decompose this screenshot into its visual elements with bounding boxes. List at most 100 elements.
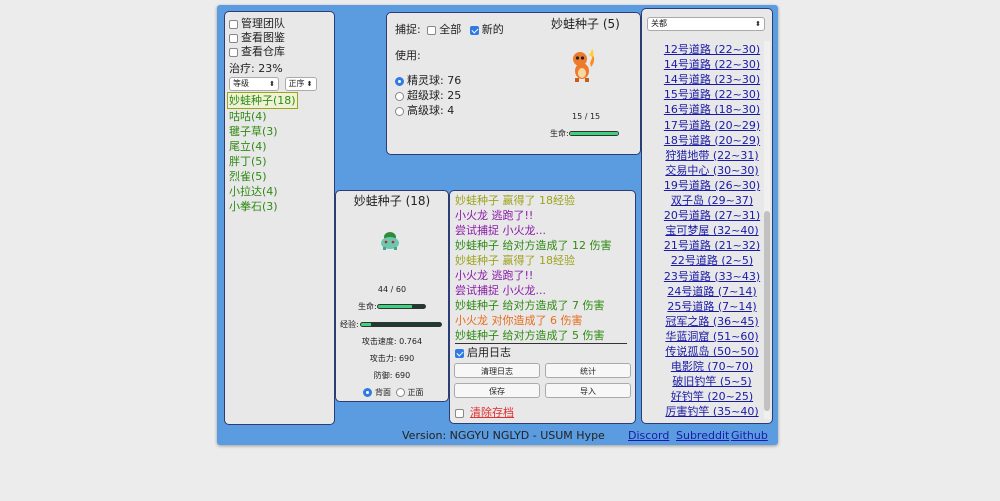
- log-entry: 妙蛙种子 赢得了 18经验: [455, 194, 575, 207]
- view-storage-label: 查看仓库: [241, 45, 285, 58]
- route-list-scrollbar[interactable]: [764, 41, 770, 419]
- clear-log-button[interactable]: 清理日志: [454, 363, 540, 378]
- log-entry: 小火龙 对你造成了 6 伤害: [455, 314, 583, 327]
- wild-hp-fill: [570, 132, 618, 135]
- sort-order-select[interactable]: 正序 ⬍: [284, 77, 317, 91]
- save-button[interactable]: 保存: [454, 383, 540, 398]
- route-link[interactable]: 电影院 (70~70): [662, 358, 762, 374]
- scrollbar-thumb[interactable]: [764, 211, 770, 411]
- route-list: 12号道路 (22~30) 14号道路 (22~30) 14号道路 (23~30) 1…: [642, 9, 762, 419]
- import-button[interactable]: 导入: [545, 383, 631, 398]
- great-ball-radio[interactable]: [395, 91, 404, 101]
- heal-status: 治疗: 23%: [229, 62, 283, 75]
- view-back-label: 背面: [375, 388, 391, 397]
- route-link[interactable]: 23号道路 (33~43): [662, 268, 762, 284]
- clear-save-link[interactable]: 清除存档: [470, 406, 514, 419]
- clear-save-checkbox[interactable]: [455, 408, 464, 418]
- great-ball-label: 超级球: 25: [407, 89, 462, 102]
- enable-log-label: 启用日志: [467, 346, 511, 359]
- manage-team-checkbox[interactable]: [229, 19, 238, 29]
- log-panel: 妙蛙种子 赢得了 18经验 小火龙 逃跑了!! 尝试捕捉 小火龙... 妙蛙种子 给对…: [449, 190, 636, 424]
- party-member[interactable]: 咕咕(4): [229, 109, 298, 124]
- enable-log-checkbox[interactable]: [455, 348, 464, 358]
- wild-hp-bar: [569, 131, 619, 136]
- ball-ultra[interactable]: 高级球: 4: [395, 102, 454, 118]
- sort-field-value: 等级: [233, 79, 249, 88]
- route-link[interactable]: 20号道路 (27~31): [662, 207, 762, 223]
- route-link[interactable]: 厉害钓竿 (35~40): [662, 403, 762, 419]
- route-link[interactable]: 传说孤岛 (50~50): [662, 343, 762, 359]
- route-link[interactable]: 宝可梦屋 (32~40): [662, 222, 762, 238]
- github-link[interactable]: Github: [731, 429, 768, 442]
- poke-ball-radio[interactable]: [395, 76, 404, 86]
- route-link[interactable]: 华蓝洞窟 (51~60): [662, 328, 762, 344]
- route-link[interactable]: 14号道路 (23~30): [662, 71, 762, 87]
- subreddit-link[interactable]: Subreddit: [676, 429, 729, 442]
- route-link[interactable]: 25号道路 (7~14): [662, 298, 762, 314]
- option-view-storage[interactable]: 查看仓库: [229, 43, 285, 59]
- enable-log-option[interactable]: 启用日志: [455, 344, 511, 360]
- route-link[interactable]: 22号道路 (2~5): [662, 252, 762, 268]
- party-member[interactable]: 毽子草(3): [229, 124, 298, 139]
- route-link[interactable]: 14号道路 (22~30): [662, 56, 762, 72]
- party-row: 小拳石(3): [229, 199, 298, 214]
- view-dex-checkbox[interactable]: [229, 33, 238, 43]
- clear-save-option[interactable]: 清除存档: [455, 404, 514, 420]
- party-row: 咕咕(4): [229, 109, 298, 124]
- route-link[interactable]: 破旧钓竿 (5~5): [662, 373, 762, 389]
- ball-super[interactable]: 超级球: 25: [395, 87, 461, 103]
- chevron-updown-icon: ⬍: [306, 80, 313, 88]
- stats-button[interactable]: 统计: [545, 363, 631, 378]
- version-text: Version: NGGYU NGLYD - USUM Hype: [402, 429, 605, 442]
- party-member[interactable]: 胖丁(5): [229, 154, 298, 169]
- party-member[interactable]: 妙蛙种子(18): [227, 92, 298, 109]
- ball-great[interactable]: 精灵球: 76: [395, 72, 461, 88]
- log-entry: 小火龙 逃跑了!!: [455, 269, 534, 282]
- party-list: 妙蛙种子(18) 咕咕(4) 毽子草(3) 尾立(4) 胖丁(5) 烈雀(5) 小拉达(4)…: [227, 92, 298, 214]
- party-member[interactable]: 烈雀(5): [229, 169, 298, 184]
- route-link[interactable]: 16号道路 (18~30): [662, 101, 762, 117]
- wild-pokemon-name: 妙蛙种子 (5): [551, 17, 620, 31]
- player-hp-label: 生命:: [358, 302, 377, 311]
- player-attack: 攻击力: 690: [369, 354, 415, 363]
- player-exp-label: 经验:: [340, 320, 359, 329]
- route-link[interactable]: 17号道路 (20~29): [662, 117, 762, 133]
- route-link[interactable]: 交易中心 (30~30): [662, 162, 762, 178]
- party-row: 尾立(4): [229, 139, 298, 154]
- catch-row: 捕捉: 全部 新的: [395, 21, 504, 37]
- route-link[interactable]: 24号道路 (7~14): [662, 283, 762, 299]
- view-storage-checkbox[interactable]: [229, 47, 238, 57]
- party-member[interactable]: 小拉达(4): [229, 184, 298, 199]
- route-link[interactable]: 18号道路 (20~29): [662, 132, 762, 148]
- route-link[interactable]: 双子岛 (29~37): [662, 192, 762, 208]
- bulbasaur-sprite-icon: [381, 232, 399, 250]
- wild-hp-text: 15 / 15: [572, 112, 601, 121]
- ultra-ball-label: 高级球: 4: [407, 104, 455, 117]
- view-back-radio[interactable]: [363, 388, 372, 397]
- view-front-radio[interactable]: [395, 388, 405, 397]
- log-entry: 妙蛙种子 给对方造成了 7 伤害: [455, 299, 605, 312]
- ultra-ball-radio[interactable]: [395, 106, 404, 116]
- catch-new-checkbox[interactable]: [469, 25, 479, 35]
- sort-order-value: 正序: [288, 79, 305, 88]
- discord-link[interactable]: Discord: [628, 429, 669, 442]
- player-pokemon-name: 妙蛙种子 (18): [353, 194, 431, 208]
- sort-field-select[interactable]: 等级 ⬍: [229, 77, 279, 91]
- route-link[interactable]: 好钓竿 (20~25): [662, 388, 762, 404]
- party-row: 妙蛙种子(18): [227, 92, 298, 109]
- route-link[interactable]: 冠军之路 (36~45): [662, 313, 762, 329]
- party-member[interactable]: 小拳石(3): [229, 199, 298, 214]
- route-link[interactable]: 21号道路 (21~32): [662, 237, 762, 253]
- party-member[interactable]: 尾立(4): [229, 139, 298, 154]
- route-link[interactable]: 12号道路 (22~30): [662, 41, 762, 57]
- route-link[interactable]: 19号道路 (26~30): [662, 177, 762, 193]
- catch-new-label: 新的: [481, 23, 504, 36]
- wild-panel: 捕捉: 全部 新的 使用: 精灵球: 76 超级球: 25 高级球: 4 妙蛙种…: [386, 12, 641, 155]
- wild-hp-label: 生命:: [550, 129, 569, 138]
- catch-all-checkbox[interactable]: [427, 25, 437, 35]
- catch-all-label: 全部: [439, 23, 462, 36]
- route-link[interactable]: 狩猎地带 (22~31): [662, 147, 762, 163]
- player-defense: 防御: 690: [373, 371, 411, 380]
- route-link[interactable]: 15号道路 (22~30): [662, 86, 762, 102]
- log-entry: 妙蛙种子 给对方造成了 12 伤害: [455, 239, 612, 252]
